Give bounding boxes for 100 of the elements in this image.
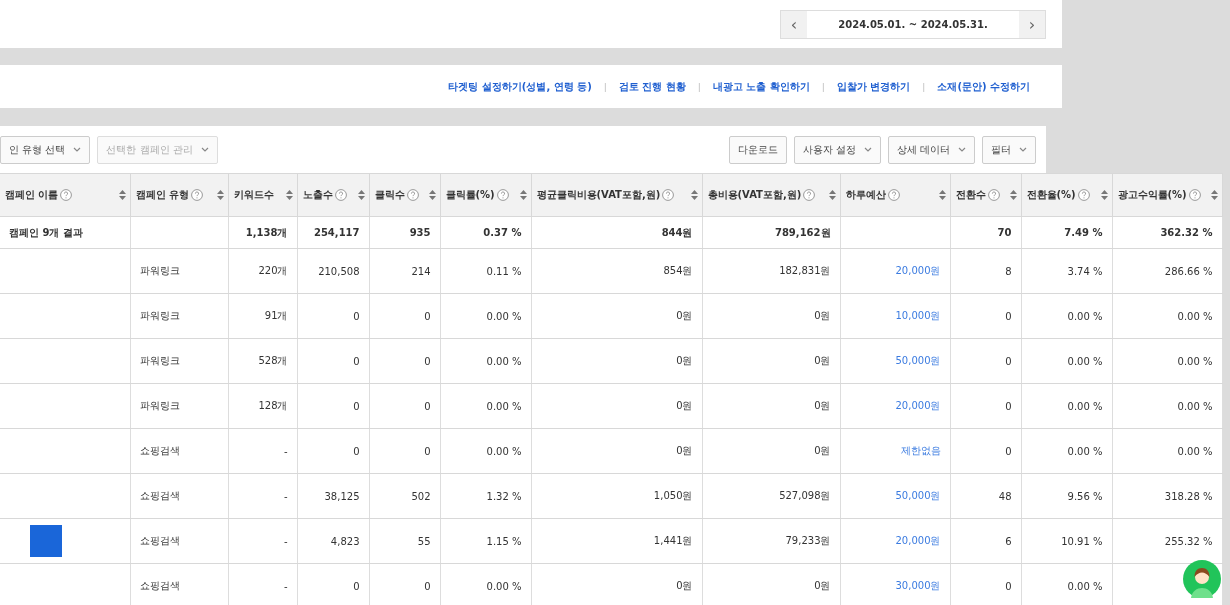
help-icon[interactable] <box>662 189 675 201</box>
separator: | <box>697 81 701 92</box>
table-cell: 쇼핑검색 <box>130 563 228 605</box>
dropdown-button[interactable]: 필터 <box>982 135 1036 164</box>
table-cell: 0 <box>950 428 1021 474</box>
table-cell: 1.32 % <box>440 473 531 519</box>
sort-icon[interactable] <box>690 190 698 200</box>
budget-link[interactable]: 20,000원 <box>895 400 941 411</box>
action-link[interactable]: 입찰가 변경하기 <box>836 79 911 94</box>
help-icon[interactable] <box>334 189 347 201</box>
column-header[interactable]: 클릭률(%) <box>440 173 531 217</box>
table-cell: 0.00 % <box>1021 293 1112 339</box>
budget-link[interactable]: 20,000원 <box>895 265 941 276</box>
action-link[interactable]: 내광고 노출 확인하기 <box>712 79 810 94</box>
table-cell: 0 <box>369 383 440 429</box>
table-cell: 128개 <box>228 383 297 429</box>
table-cell: 182,831원 <box>702 248 840 294</box>
table-cell: 502 <box>369 473 440 519</box>
column-header[interactable]: 캠페인 이름 <box>0 173 130 217</box>
table-cell: 220개 <box>228 248 297 294</box>
help-icon[interactable] <box>60 189 73 201</box>
table-cell: 10.91 % <box>1021 518 1112 564</box>
dropdown-button[interactable]: 사용자 설정 <box>793 135 881 164</box>
help-icon[interactable] <box>406 189 419 201</box>
budget-link[interactable]: 20,000원 <box>895 535 941 546</box>
previous-button[interactable]: ‹ <box>781 10 807 38</box>
dropdown-button[interactable]: 상세 데이터 <box>887 135 975 164</box>
table-cell: 0 <box>297 428 369 474</box>
total-cell: 7.49 % <box>1021 216 1112 249</box>
total-cell: 70 <box>950 216 1021 249</box>
table-cell: 0원 <box>702 563 840 605</box>
column-header[interactable]: 전환율(%) <box>1021 173 1112 217</box>
column-header[interactable]: 클릭수 <box>369 173 440 217</box>
sort-icon[interactable] <box>1210 190 1218 200</box>
table-cell: 0 <box>297 293 369 339</box>
table-cell: 210,508 <box>297 248 369 294</box>
sort-icon[interactable] <box>118 190 126 200</box>
column-header[interactable]: 평균클릭비용(VAT포함,원) <box>531 173 702 217</box>
column-header[interactable]: 하루예산 <box>840 173 950 217</box>
table-cell: 0 <box>950 383 1021 429</box>
help-icon[interactable] <box>987 189 1000 201</box>
table-cell: 1,441원 <box>531 518 702 564</box>
sort-icon[interactable] <box>285 190 293 200</box>
action-link[interactable]: 소재(문안) 수정하기 <box>937 79 1030 94</box>
dropdown-button[interactable]: 인 유형 선택 <box>0 135 91 164</box>
table-cell: 파워링크 <box>130 383 228 429</box>
budget-link[interactable]: 제한없음 <box>900 445 941 456</box>
column-header[interactable]: 전환수 <box>950 173 1021 217</box>
help-icon[interactable] <box>1077 189 1090 201</box>
table-cell: 0.11 % <box>440 248 531 294</box>
total-cell: 935 <box>369 216 440 249</box>
table-cell: 파워링크 <box>130 338 228 384</box>
help-icon[interactable] <box>191 189 203 201</box>
budget-link[interactable]: 50,000원 <box>895 355 941 366</box>
help-icon[interactable] <box>496 189 509 201</box>
sort-icon[interactable] <box>938 190 946 200</box>
column-header[interactable]: 광고수익률(%) <box>1112 173 1222 217</box>
sort-icon[interactable] <box>828 190 836 200</box>
separator: | <box>603 81 607 92</box>
toolbar-button[interactable]: 다운로드 <box>728 135 787 164</box>
total-cell: 1,138개 <box>228 216 297 249</box>
table-cell: 318.28 % <box>1112 473 1222 519</box>
column-header[interactable]: 키워드수 <box>228 173 297 217</box>
help-icon[interactable] <box>803 189 816 201</box>
chat-avatar-button[interactable] <box>1183 560 1221 598</box>
table-cell: 0.00 % <box>440 293 531 339</box>
table-cell: - <box>228 473 297 519</box>
sort-icon[interactable] <box>357 190 365 200</box>
table-cell: 0 <box>950 338 1021 384</box>
sort-icon[interactable] <box>216 190 224 200</box>
next-button[interactable]: › <box>1019 10 1045 38</box>
table-cell: 214 <box>369 248 440 294</box>
column-header[interactable]: 캠페인 유형 <box>130 173 228 217</box>
budget-link[interactable]: 10,000원 <box>895 310 941 321</box>
help-icon[interactable] <box>887 189 900 201</box>
action-link[interactable]: 검토 진행 현황 <box>618 79 686 94</box>
action-link[interactable]: 타겟팅 설정하기(성별, 연령 등) <box>448 79 592 94</box>
table-cell: 0 <box>369 338 440 384</box>
table-cell: 0 <box>369 293 440 339</box>
table-cell: - <box>228 428 297 474</box>
table-cell: 48 <box>950 473 1021 519</box>
sort-icon[interactable] <box>428 190 436 200</box>
table-cell: 0 <box>950 293 1021 339</box>
budget-link[interactable]: 30,000원 <box>895 580 941 591</box>
help-icon[interactable] <box>1188 189 1201 201</box>
table-cell: 0.00 % <box>1112 338 1222 384</box>
column-header[interactable]: 노출수 <box>297 173 369 217</box>
table-cell: 527,098원 <box>702 473 840 519</box>
table-cell: 0원 <box>531 563 702 605</box>
separator: | <box>922 81 926 92</box>
sort-icon[interactable] <box>1009 190 1017 200</box>
column-header[interactable]: 총비용(VAT포함,원) <box>702 173 840 217</box>
table-cell: 0원 <box>531 383 702 429</box>
sort-icon[interactable] <box>519 190 527 200</box>
table-cell: 0.00 % <box>1112 293 1222 339</box>
table-cell: 0 <box>297 338 369 384</box>
sort-icon[interactable] <box>1100 190 1108 200</box>
budget-link[interactable]: 50,000원 <box>895 490 941 501</box>
table-cell: 쇼핑검색 <box>130 473 228 519</box>
table-cell: 0.00 % <box>440 383 531 429</box>
